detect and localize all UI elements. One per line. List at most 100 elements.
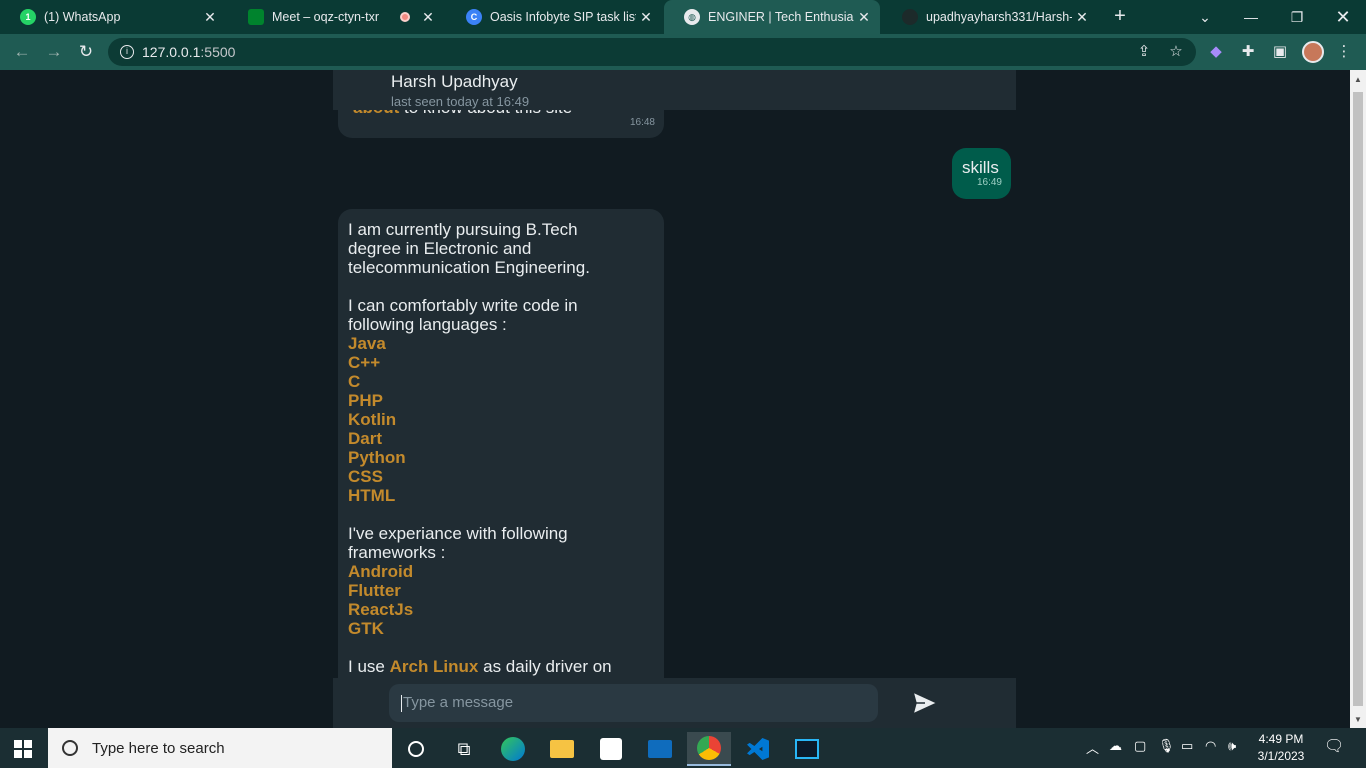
tab-title: ENGINER | Tech Enthusiast | [708,10,854,24]
menu-kebab-icon[interactable]: ⋮ [1333,41,1355,63]
extensions-puzzle-icon[interactable]: ✚ [1237,41,1259,63]
browser-tab-strip: 1 (1) WhatsApp ✕ Meet – oqz-ctyn-txr ✕ C… [0,0,1366,34]
language-item: Dart [348,429,383,448]
language-item: C [348,372,361,391]
tab-meet[interactable]: Meet – oqz-ctyn-txr ✕ [228,0,444,34]
reply-message-bubble: I am currently pursuing B.Tech degree in… [338,209,664,728]
wifi-icon[interactable]: ◠ [1205,738,1216,754]
page-scrollbar[interactable]: ▲ ▼ [1350,70,1366,728]
info-icon[interactable]: i [120,45,134,59]
contact-status: last seen today at 16:49 [391,94,530,109]
tab-oasis[interactable]: C Oasis Infobyte SIP task list - P ✕ [446,0,662,34]
message-time: 16:48 [629,117,655,128]
message-input[interactable]: Type a message [389,684,878,722]
message-composer: Type a message [333,678,1016,728]
tab-search-icon[interactable]: ⌄ [1182,0,1228,34]
restore-button[interactable]: ❐ [1274,0,1320,34]
reload-button[interactable]: ↻ [75,41,97,63]
task-view-icon[interactable]: ⧉ [442,732,486,766]
language-item: C++ [348,353,381,372]
language-item: Java [348,334,386,353]
taskbar-search[interactable]: Type here to search [48,728,392,768]
send-icon[interactable] [911,690,939,716]
minimize-button[interactable]: — [1228,0,1274,34]
meet-icon [248,9,264,25]
address-bar[interactable]: i 127.0.0.1:5500 [108,38,1196,66]
meet-tray-icon[interactable]: ▢ [1134,738,1146,754]
intro-text: I am currently pursuing B.Tech degree in… [348,220,590,277]
search-icon [62,740,78,756]
microsoft-store-icon[interactable] [589,732,633,766]
os-text: I use Arch Linux as daily driver on [348,657,612,676]
framework-item: ReactJs [348,600,414,619]
sent-message-text: skills [962,158,999,177]
terminal-icon[interactable] [785,732,829,766]
framework-item: Android [348,562,414,581]
close-icon[interactable]: ✕ [200,9,220,26]
vscode-icon[interactable] [736,732,780,766]
clock-date: 3/1/2023 [1257,749,1305,763]
side-panel-icon[interactable]: ▣ [1269,41,1291,63]
scroll-up-icon[interactable]: ▲ [1350,72,1366,88]
cortana-icon[interactable] [394,732,438,766]
tab-title: Oasis Infobyte SIP task list - P [490,10,636,24]
battery-icon[interactable]: ▭ [1181,738,1193,754]
new-tab-button[interactable]: + [1109,5,1131,27]
message-time: 16:49 [976,177,1002,188]
share-icon[interactable]: ⇪ [1133,41,1155,63]
notification-icon[interactable]: 🗨 [1324,736,1344,756]
tab-enginer[interactable]: ◍ ENGINER | Tech Enthusiast | ✕ [664,0,880,34]
language-item: Python [348,448,406,467]
browser-toolbar: ← → ↻ i 127.0.0.1:5500 ⇪ ☆ ◆ ✚ ▣ ⋮ [0,34,1366,70]
bookmark-star-icon[interactable]: ☆ [1165,41,1187,63]
close-icon[interactable]: ✕ [854,9,874,26]
contact-name: Harsh Upadhyay [391,72,518,91]
languages-intro: I can comfortably write code in followin… [348,296,578,334]
window-close-button[interactable]: ✕ [1320,0,1366,34]
language-item: PHP [348,391,383,410]
globe-icon: ◍ [684,9,700,25]
page-viewport: about to know about this site 16:48 Hars… [0,70,1350,728]
back-button[interactable]: ← [11,41,33,63]
reply-message-text: I am currently pursuing B.Tech degree in… [348,220,628,676]
close-icon[interactable]: ✕ [636,9,656,26]
tab-title: (1) WhatsApp [44,10,121,24]
framework-item: GTK [348,619,384,638]
volume-icon[interactable]: 🕪 [1228,738,1236,754]
onedrive-icon[interactable]: ☁ [1109,738,1122,754]
recording-icon [400,12,410,22]
show-hidden-icons[interactable]: ︿ [1086,738,1099,757]
edge-icon[interactable] [491,732,535,766]
windows-start-icon[interactable] [14,740,32,758]
search-placeholder: Type here to search [92,739,225,757]
taskbar-clock[interactable]: 4:49 PM 3/1/2023 [1251,731,1311,765]
url-text: 127.0.0.1:5500 [142,44,236,60]
tab-github[interactable]: upadhyayharsh331/Harsh-Up ✕ [882,0,1098,34]
scroll-down-icon[interactable]: ▼ [1350,712,1366,728]
whatsapp-icon: 1 [20,9,36,25]
forward-button[interactable]: → [43,41,65,63]
extension-app-icon[interactable]: ◆ [1205,41,1227,63]
close-icon[interactable]: ✕ [418,9,438,26]
chrome-icon[interactable] [687,732,731,766]
tab-title: upadhyayharsh331/Harsh-Up [926,10,1072,24]
microphone-icon[interactable]: 🎙 [1158,738,1175,754]
windows-taskbar: Type here to search ⧉ ︿ ☁ ▢ 🎙 ▭ ◠ 🕪 4:49… [0,728,1366,768]
canva-icon: C [466,9,482,25]
language-item: HTML [348,486,396,505]
mail-icon[interactable] [638,732,682,766]
chat-header: Harsh Upadhyay last seen today at 16:49 [333,70,1016,110]
sent-message-bubble: skills 16:49 [952,148,1011,199]
tab-whatsapp[interactable]: 1 (1) WhatsApp ✕ [0,0,226,34]
language-item: CSS [348,467,383,486]
language-item: Kotlin [348,410,397,429]
tab-title: Meet – oqz-ctyn-txr [272,10,379,24]
profile-avatar[interactable] [1302,41,1324,63]
frameworks-intro: I've experiance with following framework… [348,524,568,562]
file-explorer-icon[interactable] [540,732,584,766]
scrollbar-thumb[interactable] [1353,92,1363,706]
chat-window: about to know about this site 16:48 Hars… [333,70,1016,728]
github-icon [902,9,918,25]
close-icon[interactable]: ✕ [1072,9,1092,26]
clock-time: 4:49 PM [1258,732,1304,746]
